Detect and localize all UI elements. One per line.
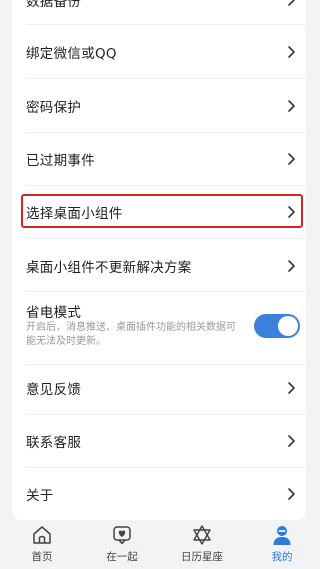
settings-row-contact-support[interactable]: 联系客服	[12, 414, 306, 467]
settings-row-label: 选择桌面小组件	[26, 205, 123, 222]
settings-row-select-widget[interactable]: 选择桌面小组件	[12, 185, 306, 238]
settings-row-label: 绑定微信或QQ	[26, 45, 117, 62]
tab-label: 在一起	[106, 551, 138, 563]
chevron-right-icon	[286, 259, 296, 273]
tab-together[interactable]: 在一起	[82, 523, 162, 567]
settings-card: 数据备份 绑定微信或QQ 密码保护 已过期事件 选择桌面小组件 桌面小组件不更新…	[12, 0, 306, 520]
profile-icon	[271, 524, 293, 546]
chevron-right-icon	[286, 381, 296, 395]
settings-row-label: 联系客服	[26, 434, 82, 451]
settings-row-power-saving: 省电模式 开启后，消息推送、桌面插件功能的相关数据可能无法及时更新。	[12, 290, 306, 364]
settings-row-expired-events[interactable]: 已过期事件	[12, 132, 306, 185]
chevron-right-icon	[286, 487, 296, 501]
tab-label: 日历星座	[181, 551, 223, 563]
settings-row-label: 密码保护	[26, 99, 82, 116]
power-saving-description: 开启后，消息推送、桌面插件功能的相关数据可能无法及时更新。	[26, 322, 236, 347]
tab-mine[interactable]: 我的	[242, 523, 320, 567]
settings-row-widget-not-updating[interactable]: 桌面小组件不更新解决方案	[12, 239, 306, 292]
chevron-right-icon	[286, 0, 296, 7]
settings-row-about[interactable]: 关于	[12, 467, 306, 520]
star-of-david-icon	[191, 524, 213, 546]
chevron-right-icon	[286, 45, 296, 59]
bottom-tab-bar: 首页 在一起 日历星座 我的	[0, 521, 318, 569]
settings-row-password-protection[interactable]: 密码保护	[12, 79, 306, 132]
settings-row-feedback[interactable]: 意见反馈	[12, 361, 306, 414]
chevron-right-icon	[286, 99, 296, 113]
settings-row-label: 关于	[26, 487, 54, 504]
settings-row-bind-wechat-qq[interactable]: 绑定微信或QQ	[12, 25, 306, 78]
settings-row-data-backup[interactable]: 数据备份	[12, 0, 306, 27]
chevron-right-icon	[286, 152, 296, 166]
chevron-right-icon	[286, 434, 296, 448]
tab-label: 首页	[31, 551, 53, 563]
settings-row-label: 意见反馈	[26, 381, 82, 398]
tab-calendar-horoscope[interactable]: 日历星座	[162, 523, 242, 567]
settings-row-label: 桌面小组件不更新解决方案	[26, 259, 192, 276]
heart-message-icon	[111, 524, 133, 546]
home-icon	[31, 524, 53, 546]
power-saving-toggle[interactable]	[254, 314, 300, 338]
chevron-right-icon	[286, 205, 296, 219]
power-saving-title: 省电模式	[26, 305, 82, 321]
tab-home[interactable]: 首页	[2, 523, 82, 567]
settings-row-label: 已过期事件	[26, 152, 95, 169]
settings-row-label: 数据备份	[26, 0, 82, 10]
tab-label: 我的	[271, 551, 293, 563]
toggle-knob	[278, 316, 298, 336]
